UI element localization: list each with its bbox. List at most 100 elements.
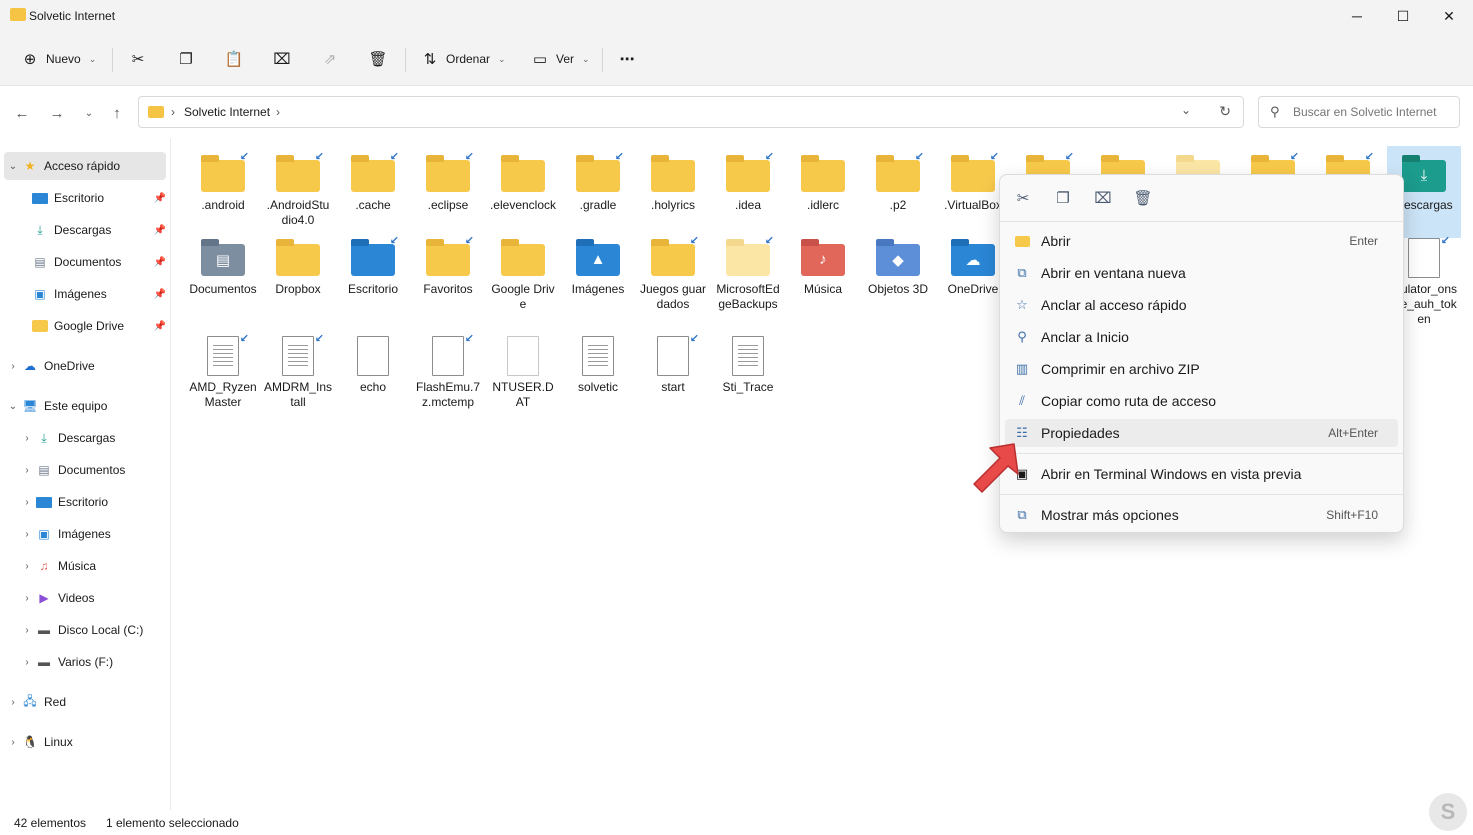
menu-item-open-terminal[interactable]: ▣ Abrir en Terminal Windows en vista pre… <box>1005 460 1398 488</box>
sidebar-item-desktop[interactable]: Escritorio 📌 <box>4 184 166 212</box>
delete-button[interactable]: 🗑 <box>368 46 388 72</box>
folder-item[interactable]: .elevenclock <box>487 146 559 238</box>
sidebar-item-pc-desktop[interactable]: › Escritorio <box>4 488 166 516</box>
chevron-down-icon[interactable]: ⌄ <box>4 401 22 412</box>
breadcrumb-chevron-icon[interactable]: › <box>171 105 175 119</box>
menu-item-copy-path[interactable]: ⫽ Copiar como ruta de acceso <box>1005 387 1398 415</box>
folder-item[interactable]: ↙ .android <box>187 146 259 238</box>
chevron-right-icon[interactable]: › <box>18 529 36 540</box>
menu-item-pin-quick-access[interactable]: ☆ Anclar al acceso rápido <box>1005 291 1398 319</box>
folder-item[interactable]: ▤ Documentos <box>187 230 259 322</box>
sidebar-item-images[interactable]: ▣ Imágenes 📌 <box>4 280 166 308</box>
cut-button[interactable]: ✂ <box>128 46 148 72</box>
folder-item[interactable]: ↙ .cache <box>337 146 409 238</box>
sidebar-item-varios[interactable]: › ▬ Varios (F:) <box>4 648 166 676</box>
minimize-button[interactable]: ─ <box>1334 0 1380 32</box>
sidebar-item-onedrive[interactable]: › ☁ OneDrive <box>4 352 166 380</box>
sidebar-item-google-drive[interactable]: Google Drive 📌 <box>4 312 166 340</box>
chevron-right-icon[interactable]: › <box>18 657 36 668</box>
chevron-right-icon[interactable]: › <box>18 497 36 508</box>
sidebar-item-local-disk[interactable]: › ▬ Disco Local (C:) <box>4 616 166 644</box>
file-item[interactable]: echo <box>337 328 409 420</box>
folder-item[interactable]: Dropbox <box>262 230 334 322</box>
more-options-button[interactable]: ⋯ <box>617 46 637 72</box>
pin-icon[interactable]: 📌 <box>154 289 166 300</box>
chevron-right-icon[interactable]: › <box>18 465 36 476</box>
sidebar-item-downloads[interactable]: ⤓ Descargas 📌 <box>4 216 166 244</box>
folder-item[interactable]: ↙ .AndroidStudio4.0 <box>262 146 334 238</box>
sidebar-item-pc-downloads[interactable]: › ⤓ Descargas <box>4 424 166 452</box>
address-bar[interactable]: › Solvetic Internet › ⌄ ↻ <box>138 96 1244 128</box>
chevron-right-icon[interactable]: › <box>4 361 22 372</box>
back-button[interactable]: ← <box>11 102 33 124</box>
pin-icon[interactable]: 📌 <box>154 193 166 204</box>
sidebar-item-music[interactable]: › ♫ Música <box>4 552 166 580</box>
chevron-right-icon[interactable]: › <box>4 697 22 708</box>
chevron-right-icon[interactable]: › <box>4 737 22 748</box>
sidebar-item-documents[interactable]: ▤ Documentos 📌 <box>4 248 166 276</box>
close-button[interactable]: ✕ <box>1426 0 1472 32</box>
view-button[interactable]: ▭ Ver ⌄ <box>530 46 590 72</box>
new-button[interactable]: ⊕ Nuevo ⌄ <box>20 46 97 72</box>
rename-icon[interactable]: ⌧ <box>1093 188 1113 208</box>
file-item[interactable]: ↙ start <box>637 328 709 420</box>
sort-button[interactable]: ⇅ Ordenar ⌄ <box>420 46 506 72</box>
sidebar-item-linux[interactable]: › 🐧 Linux <box>4 728 166 756</box>
pin-icon[interactable]: 📌 <box>154 321 166 332</box>
chevron-right-icon[interactable]: › <box>18 561 36 572</box>
folder-item[interactable]: ▲ Imágenes <box>562 230 634 322</box>
sidebar-item-videos[interactable]: › ▶ Videos <box>4 584 166 612</box>
folder-item[interactable]: ↙ Favoritos <box>412 230 484 322</box>
menu-item-open-new-window[interactable]: ⧉ Abrir en ventana nueva <box>1005 259 1398 287</box>
menu-item-open[interactable]: Abrir Enter <box>1005 227 1398 255</box>
forward-button[interactable]: → <box>46 102 68 124</box>
folder-item[interactable]: ↙ Escritorio <box>337 230 409 322</box>
sidebar-item-network[interactable]: › 🖧 Red <box>4 688 166 716</box>
file-item[interactable]: solvetic <box>562 328 634 420</box>
folder-item[interactable]: ◆ Objetos 3D <box>862 230 934 322</box>
up-button[interactable]: ↑ <box>106 102 128 124</box>
folder-item[interactable]: ↙ .idea <box>712 146 784 238</box>
folder-item[interactable]: .holyrics <box>637 146 709 238</box>
breadcrumb-chevron-icon[interactable]: › <box>276 105 280 119</box>
folder-item[interactable]: ↙ .p2 <box>862 146 934 238</box>
search-box[interactable]: ⚲ <box>1258 96 1460 128</box>
folder-item[interactable]: Google Drive <box>487 230 559 322</box>
folder-item[interactable]: ↙ .gradle <box>562 146 634 238</box>
trash-icon[interactable]: 🗑 <box>1133 188 1153 208</box>
breadcrumb[interactable]: Solvetic Internet <box>184 105 270 119</box>
search-input[interactable] <box>1293 103 1453 121</box>
folder-item[interactable]: ↙ .eclipse <box>412 146 484 238</box>
refresh-icon[interactable]: ↻ <box>1219 103 1231 120</box>
chevron-right-icon[interactable]: › <box>18 625 36 636</box>
file-item[interactable]: NTUSER.DAT <box>487 328 559 420</box>
chevron-right-icon[interactable]: › <box>18 433 36 444</box>
chevron-right-icon[interactable]: › <box>18 593 36 604</box>
file-item[interactable]: Sti_Trace <box>712 328 784 420</box>
copy-button[interactable]: ❐ <box>176 46 196 72</box>
menu-item-pin-start[interactable]: ⚲ Anclar a Inicio <box>1005 323 1398 351</box>
menu-item-properties[interactable]: ☷ Propiedades Alt+Enter <box>1005 419 1398 447</box>
copy-icon[interactable]: ❐ <box>1053 188 1073 208</box>
menu-item-more-options[interactable]: ⧉ Mostrar más opciones Shift+F10 <box>1005 501 1398 529</box>
file-item[interactable]: ↙ AMD_RyzenMaster <box>187 328 259 420</box>
menu-item-compress-zip[interactable]: ▥ Comprimir en archivo ZIP <box>1005 355 1398 383</box>
folder-item[interactable]: ↙ Juegos guardados <box>637 230 709 322</box>
scissors-icon[interactable]: ✂ <box>1013 188 1033 208</box>
chevron-down-icon[interactable]: ⌄ <box>4 161 22 172</box>
pin-icon[interactable]: 📌 <box>154 225 166 236</box>
chevron-down-icon[interactable]: ⌄ <box>1181 103 1191 117</box>
sidebar-item-quick-access[interactable]: ⌄ ★ Acceso rápido <box>4 152 166 180</box>
rename-button[interactable]: ⌧ <box>272 46 292 72</box>
share-button[interactable]: ⇗ <box>320 46 340 72</box>
folder-item[interactable]: ♪ Música <box>787 230 859 322</box>
paste-button[interactable]: 📋 <box>224 46 244 72</box>
folder-item[interactable]: ↙ MicrosoftEdgeBackups <box>712 230 784 322</box>
file-item[interactable]: ↙ FlashEmu.7z.mctemp <box>412 328 484 420</box>
sidebar-item-pc-documents[interactable]: › ▤ Documentos <box>4 456 166 484</box>
pin-icon[interactable]: 📌 <box>154 257 166 268</box>
folder-item[interactable]: .idlerc <box>787 146 859 238</box>
file-item[interactable]: ↙ AMDRM_Install <box>262 328 334 420</box>
sidebar-item-pc-images[interactable]: › ▣ Imágenes <box>4 520 166 548</box>
recent-locations-button[interactable]: ⌄ <box>78 102 100 124</box>
